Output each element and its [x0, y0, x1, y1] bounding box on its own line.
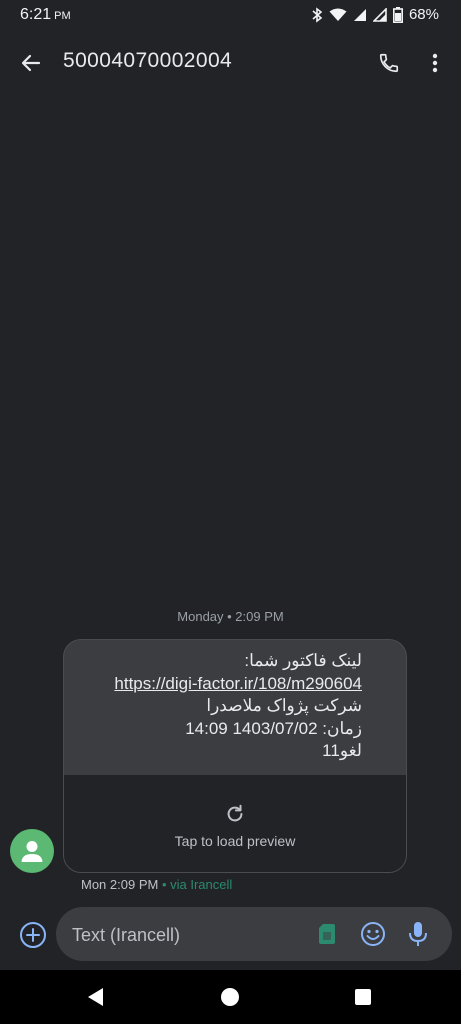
add-circle-icon: [20, 922, 46, 948]
message-line-5: لغو11: [322, 741, 362, 760]
nav-recents-icon[interactable]: [355, 989, 371, 1005]
nav-back-icon[interactable]: [86, 987, 106, 1007]
status-icons: 68%: [311, 6, 439, 23]
preview-label: Tap to load preview: [174, 833, 296, 849]
message-meta: Mon 2:09 PM • via Irancell: [81, 877, 232, 892]
avatar[interactable]: [10, 829, 54, 873]
message-line-4: زمان: 1403/07/02 14:09: [185, 718, 362, 738]
status-ampm: PM: [54, 10, 71, 22]
phone-icon: [379, 53, 399, 73]
status-bar: 6:21 PM 68%: [0, 0, 461, 32]
emoji-icon[interactable]: [359, 920, 387, 948]
call-button[interactable]: [372, 46, 406, 80]
conversation-title: 50004070002004: [63, 49, 233, 72]
link-preview[interactable]: Tap to load preview: [64, 775, 406, 872]
message-input[interactable]: [70, 919, 294, 951]
message-line-3: شرکت پژواک ملاصدرا: [206, 696, 362, 715]
battery-icon: [392, 6, 403, 23]
mic-icon[interactable]: [406, 920, 430, 948]
back-arrow-icon: [21, 54, 41, 72]
status-time-value: 6:21: [20, 6, 52, 23]
system-nav-bar: [0, 970, 461, 1024]
message-line-1: لینک فاکتور شما:: [244, 651, 362, 670]
back-button[interactable]: [14, 46, 48, 80]
battery-percent: 68%: [408, 6, 439, 23]
compose-bar: [56, 907, 452, 961]
sim-card-icon[interactable]: [318, 923, 338, 945]
refresh-icon: [227, 804, 243, 822]
signal-icon-2: [372, 7, 387, 22]
message-via: • via Irancell: [161, 877, 233, 892]
signal-icon: [353, 8, 366, 21]
message-timestamp: Mon 2:09 PM: [81, 877, 159, 892]
more-vert-icon: [432, 53, 438, 73]
bluetooth-icon: [312, 6, 323, 23]
nav-home-icon[interactable]: [221, 988, 239, 1006]
app-bar: 50004070002004: [0, 32, 461, 90]
message-link[interactable]: https://digi-factor.ir/108/m290604: [114, 673, 362, 696]
status-time: 6:21 PM: [20, 6, 71, 24]
message-bubble[interactable]: لینک فاکتور شما: https://digi-factor.ir/…: [63, 639, 407, 873]
date-separator: Monday • 2:09 PM: [177, 609, 284, 624]
wifi-icon: [329, 8, 347, 21]
message-text: لینک فاکتور شما: https://digi-factor.ir/…: [114, 650, 362, 763]
more-options-button[interactable]: [420, 46, 450, 80]
add-attachment-button[interactable]: [16, 918, 50, 952]
person-icon: [21, 841, 43, 862]
